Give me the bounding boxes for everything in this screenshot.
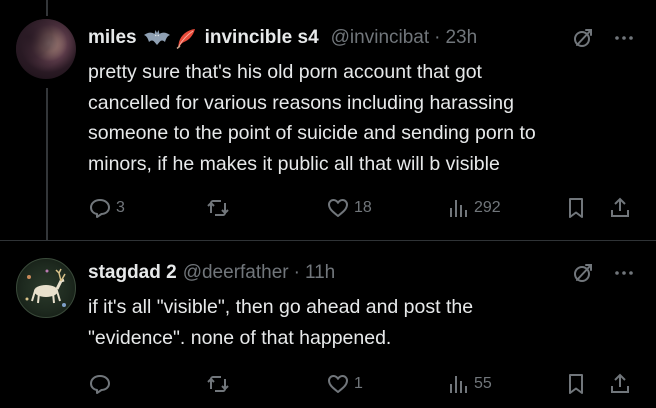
reply-button[interactable]: 3 xyxy=(88,194,125,222)
like-count: 18 xyxy=(354,199,372,216)
views-chart-icon xyxy=(450,376,467,393)
views-chart-icon xyxy=(450,200,467,217)
separator-dot: · xyxy=(293,262,300,283)
tweet-text-line: if it's all "visible", then go ahead and… xyxy=(88,296,474,318)
display-name[interactable]: stagdad 2 xyxy=(88,262,177,284)
timestamp[interactable]: 11h xyxy=(305,262,335,284)
share-icon xyxy=(611,197,629,217)
tweet-text-line: "evidence". none of that happened. xyxy=(88,326,392,349)
bookmark-icon xyxy=(569,198,583,218)
like-count: 1 xyxy=(354,375,363,392)
heart-icon xyxy=(328,199,348,217)
view-count: 55 xyxy=(474,375,492,392)
tweet-actions: 1 55 xyxy=(88,370,648,398)
tweet-actions: 3 18 292 xyxy=(88,194,648,222)
reply-button[interactable] xyxy=(88,370,116,398)
bookmark-icon xyxy=(569,374,583,394)
grok-icon[interactable] xyxy=(571,261,595,285)
views-button[interactable]: 55 xyxy=(446,370,492,398)
tweet-divider xyxy=(0,240,656,241)
repost-icon xyxy=(207,200,229,216)
deer-avatar-icon xyxy=(25,268,66,307)
reply-count: 3 xyxy=(116,199,125,216)
tweet-header: stagdad 2 @deerfather · 11h xyxy=(88,261,335,285)
views-button[interactable]: 292 xyxy=(446,194,501,222)
tweet-stagdad[interactable]: stagdad 2 @deerfather · 11h if it's all … xyxy=(0,0,656,394)
share-button[interactable] xyxy=(608,370,632,398)
reply-icon xyxy=(90,375,110,394)
user-handle[interactable]: @deerfather xyxy=(183,262,289,284)
reply-thread: miles invincible s4 @invincibat · 23h pr… xyxy=(0,0,656,408)
repost-button[interactable] xyxy=(206,194,234,222)
repost-icon xyxy=(207,376,229,392)
bookmark-button[interactable] xyxy=(564,194,588,222)
avatar[interactable] xyxy=(16,258,76,318)
repost-button[interactable] xyxy=(206,370,234,398)
view-count: 292 xyxy=(474,199,501,216)
more-options-icon[interactable] xyxy=(612,261,636,285)
like-button[interactable]: 1 xyxy=(326,370,363,398)
bookmark-button[interactable] xyxy=(564,370,588,398)
share-button[interactable] xyxy=(608,194,632,222)
share-icon xyxy=(611,373,629,393)
tweet-text: if it's all "visible", then go ahead and… xyxy=(88,292,648,353)
like-button[interactable]: 18 xyxy=(326,194,372,222)
reply-icon xyxy=(90,199,110,218)
heart-icon xyxy=(328,375,348,393)
